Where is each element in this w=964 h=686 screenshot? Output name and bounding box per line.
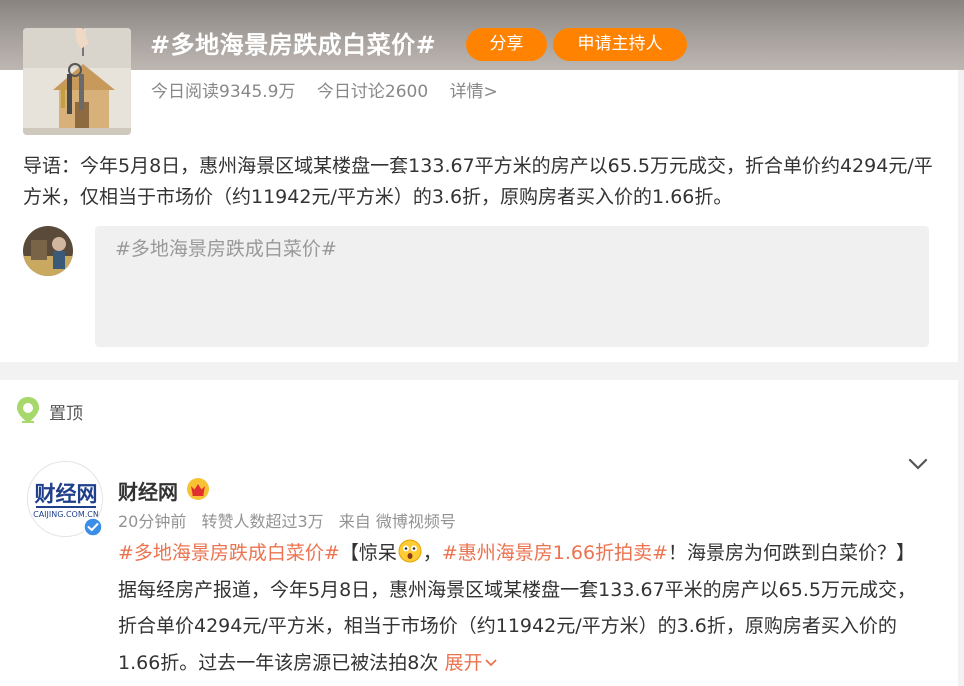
- topic-intro: 导语：今年5月8日，惠州海景区域某楼盘一套133.67平方米的房产以65.5万元…: [23, 155, 933, 208]
- current-user-avatar[interactable]: [23, 226, 73, 276]
- post-text: #多地海景房跌成白菜价#【惊呆 ，#惠州海景房1.66折拍卖#！海景房为何跌到白菜…: [118, 535, 918, 681]
- post-source: 来自 微博视频号: [338, 512, 456, 531]
- shocked-face-icon: [398, 539, 422, 563]
- chevron-down-icon[interactable]: [906, 454, 930, 474]
- chevron-down-icon: [485, 658, 498, 666]
- details-link[interactable]: 详情>: [450, 82, 498, 102]
- verified-badge-icon: [83, 517, 103, 537]
- expand-link[interactable]: 展开: [444, 652, 498, 674]
- house-keys-image: [23, 28, 131, 135]
- topic-thumbnail[interactable]: [23, 28, 131, 135]
- post-composer-input[interactable]: #多地海景房跌成白菜价#: [95, 226, 929, 347]
- expand-label: 展开: [444, 651, 483, 674]
- reads-count: 今日阅读9345.9万: [151, 82, 296, 102]
- post-text-segment: 【惊呆: [339, 542, 397, 564]
- crown-icon: [187, 478, 209, 500]
- post-hashtag[interactable]: #惠州海景房1.66折拍卖#: [442, 542, 668, 564]
- share-button[interactable]: 分享: [466, 28, 547, 61]
- post-text-segment: ，: [422, 542, 442, 564]
- post-meta: 20分钟前 转赞人数超过3万 来自 微博视频号: [118, 508, 466, 532]
- pinned-label: 置顶: [49, 404, 83, 424]
- author-name[interactable]: 财经网: [118, 476, 178, 505]
- user-avatar-image: [23, 226, 73, 276]
- discussions-count: 今日讨论2600: [316, 82, 429, 102]
- topic-stats: 今日阅读9345.9万 今日讨论2600 详情>: [151, 80, 514, 104]
- pin-icon: [17, 397, 39, 423]
- post-time[interactable]: 20分钟前: [118, 512, 186, 531]
- apply-host-button[interactable]: 申请主持人: [553, 28, 687, 61]
- post-reposts: 转赞人数超过3万: [201, 512, 324, 531]
- post-hashtag[interactable]: #多地海景房跌成白菜价#: [118, 542, 340, 564]
- logo-text: 财经网: [35, 482, 98, 506]
- topic-title: #多地海景房跌成白菜价#: [150, 31, 437, 59]
